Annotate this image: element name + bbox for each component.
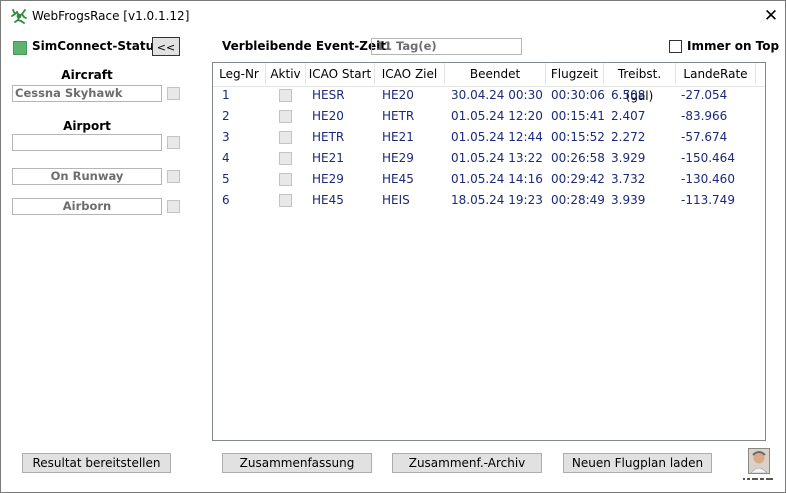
cell-icao-ziel: HE21: [382, 130, 414, 144]
column-header-icao-start[interactable]: ICAO Start: [306, 63, 375, 85]
cell-beendet: 01.05.24 13:22: [451, 151, 543, 165]
cell-treibstoff: 2.407: [611, 109, 646, 123]
column-header-flugzeit[interactable]: Flugzeit: [546, 63, 604, 85]
avatar[interactable]: [748, 448, 770, 474]
cell-beendet: 01.05.24 14:16: [451, 172, 543, 186]
app-window: WebFrogsRace [v1.0.1.12] ✕ SimConnect-St…: [0, 0, 786, 493]
cell-icao-ziel: HETR: [382, 109, 415, 123]
cell-flugzeit: 00:15:41: [551, 109, 605, 123]
airport-field[interactable]: [12, 134, 162, 151]
airport-label: Airport: [63, 119, 111, 133]
cell-icao-start: HETR: [312, 130, 345, 144]
title-bar: WebFrogsRace [v1.0.1.12] ✕: [1, 1, 785, 31]
cell-active-checkbox[interactable]: [279, 194, 292, 207]
cell-landerate: -130.460: [681, 172, 735, 186]
load-flightplan-button[interactable]: Neuen Flugplan laden: [563, 453, 712, 473]
cell-icao-ziel: HE20: [382, 88, 414, 102]
frog-icon: [11, 9, 27, 24]
cell-active-checkbox[interactable]: [279, 89, 292, 102]
aircraft-label: Aircraft: [61, 68, 113, 82]
cell-flugzeit: 00:30:06: [551, 88, 605, 102]
cell-landerate: -150.464: [681, 151, 735, 165]
column-header-beendet[interactable]: Beendet: [445, 63, 546, 85]
summary-button[interactable]: Zusammenfassung: [222, 453, 372, 473]
cell-icao-start: HE45: [312, 193, 344, 207]
cell-flugzeit: 00:29:42: [551, 172, 605, 186]
column-header-leg[interactable]: Leg-Nr: [213, 63, 266, 85]
table-row[interactable]: 5 HE29 HE45 01.05.24 14:16 00:29:42 3.73…: [213, 169, 765, 190]
simconnect-status-indicator: [13, 41, 27, 55]
cell-flugzeit: 00:26:58: [551, 151, 605, 165]
table-row[interactable]: 6 HE45 HEIS 18.05.24 19:23 00:28:49 3.93…: [213, 190, 765, 211]
cell-landerate: -57.674: [681, 130, 728, 144]
cell-icao-ziel: HE29: [382, 151, 414, 165]
summary-archive-button[interactable]: Zusammenf.-Archiv: [392, 453, 542, 473]
table-row[interactable]: 1 HESR HE20 30.04.24 00:30 00:30:06 6.50…: [213, 85, 765, 106]
cell-treibstoff: 6.508: [611, 88, 646, 102]
column-header-icao-ziel[interactable]: ICAO Ziel: [375, 63, 445, 85]
cell-icao-start: HE21: [312, 151, 344, 165]
cell-beendet: 01.05.24 12:20: [451, 109, 543, 123]
simconnect-status-label: SimConnect-Status: [32, 39, 162, 53]
cell-landerate: -27.054: [681, 88, 728, 102]
window-title: WebFrogsRace [v1.0.1.12]: [32, 9, 190, 23]
cell-icao-start: HESR: [312, 88, 345, 102]
cell-active-checkbox[interactable]: [279, 152, 292, 165]
cell-leg: 4: [222, 151, 230, 165]
cell-beendet: 30.04.24 00:30: [451, 88, 543, 102]
collapse-button[interactable]: <<: [152, 37, 180, 56]
event-time-field[interactable]: 11 Tag(e): [371, 38, 522, 55]
airborn-checkbox[interactable]: [167, 200, 180, 213]
cell-flugzeit: 00:28:49: [551, 193, 605, 207]
always-on-top-checkbox[interactable]: [669, 40, 682, 53]
cell-leg: 3: [222, 130, 230, 144]
table-header: Leg-Nr Aktiv ICAO Start ICAO Ziel Beende…: [213, 63, 765, 103]
cell-active-checkbox[interactable]: [279, 131, 292, 144]
table-row[interactable]: 2 HE20 HETR 01.05.24 12:20 00:15:41 2.40…: [213, 106, 765, 127]
column-header-active[interactable]: Aktiv: [266, 63, 306, 85]
cell-icao-ziel: HE45: [382, 172, 414, 186]
aircraft-checkbox[interactable]: [167, 87, 180, 100]
cell-active-checkbox[interactable]: [279, 110, 292, 123]
column-header-treibstoff[interactable]: Treibst. (gal): [604, 63, 676, 103]
cell-beendet: 18.05.24 19:23: [451, 193, 543, 207]
event-time-label: Verbleibende Event-Zeit:: [222, 39, 391, 53]
table-row[interactable]: 3 HETR HE21 01.05.24 12:44 00:15:52 2.27…: [213, 127, 765, 148]
column-header-landerate[interactable]: LandeRate: [676, 63, 756, 85]
cell-treibstoff: 2.272: [611, 130, 646, 144]
legs-table[interactable]: Leg-Nr Aktiv ICAO Start ICAO Ziel Beende…: [212, 62, 766, 441]
runway-checkbox[interactable]: [167, 170, 180, 183]
cell-icao-start: HE29: [312, 172, 344, 186]
airport-checkbox[interactable]: [167, 136, 180, 149]
table-row[interactable]: 4 HE21 HE29 01.05.24 13:22 00:26:58 3.92…: [213, 148, 765, 169]
cell-leg: 2: [222, 109, 230, 123]
cell-leg: 5: [222, 172, 230, 186]
cell-treibstoff: 3.732: [611, 172, 646, 186]
cell-leg: 6: [222, 193, 230, 207]
cell-flugzeit: 00:15:52: [551, 130, 605, 144]
cell-beendet: 01.05.24 12:44: [451, 130, 543, 144]
cell-icao-ziel: HEIS: [382, 193, 410, 207]
aircraft-field[interactable]: Cessna Skyhawk: [12, 85, 162, 102]
cell-landerate: -113.749: [681, 193, 735, 207]
avatar-caption-icon: [743, 478, 773, 480]
close-button[interactable]: ✕: [761, 5, 781, 27]
airborn-field[interactable]: Airborn: [12, 198, 162, 215]
cell-icao-start: HE20: [312, 109, 344, 123]
cell-active-checkbox[interactable]: [279, 173, 292, 186]
runway-field[interactable]: On Runway: [12, 168, 162, 185]
cell-leg: 1: [222, 88, 230, 102]
cell-treibstoff: 3.939: [611, 193, 646, 207]
cell-treibstoff: 3.929: [611, 151, 646, 165]
always-on-top-label: Immer on Top: [687, 39, 780, 53]
cell-landerate: -83.966: [681, 109, 728, 123]
provide-result-button[interactable]: Resultat bereitstellen: [22, 453, 171, 473]
